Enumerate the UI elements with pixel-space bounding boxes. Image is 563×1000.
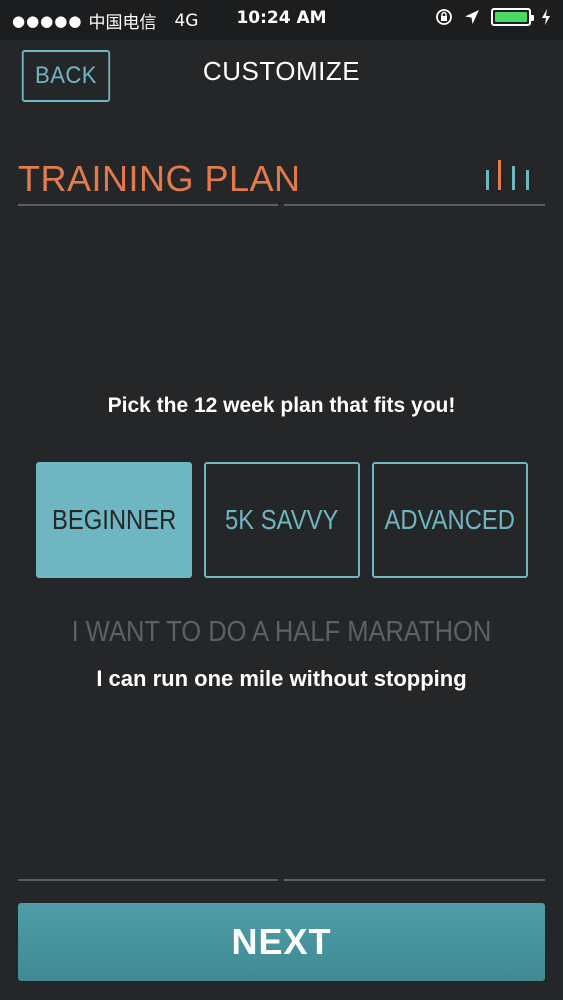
divider-right	[284, 204, 545, 206]
charging-bolt-icon	[542, 9, 550, 25]
section-title: TRAINING PLAN	[18, 158, 301, 199]
plan-goal-text: I WANT TO DO A HALF MARATHON	[71, 616, 492, 648]
battery-icon	[491, 8, 534, 26]
divider-left	[18, 204, 278, 206]
divider-bottom-right	[284, 879, 545, 881]
plan-goal: I WANT TO DO A HALF MARATHON	[0, 616, 563, 649]
orientation-lock-icon	[436, 9, 452, 25]
bars-icon	[486, 160, 529, 190]
page-title: CUSTOMIZE	[202, 56, 361, 86]
status-bar: ●●●●● 中国电信 4G 10:24 AM	[0, 0, 563, 40]
location-arrow-icon	[465, 10, 479, 24]
next-button[interactable]: NEXT	[18, 903, 545, 981]
divider-bottom-left	[18, 879, 278, 881]
plan-option-5k-savvy[interactable]: 5K SAVVY	[204, 462, 360, 578]
plan-description: I can run one mile without stopping	[96, 666, 467, 691]
plan-option-label: BEGINNER	[51, 504, 177, 535]
battery-tip	[531, 15, 534, 21]
plan-option-advanced[interactable]: ADVANCED	[372, 462, 528, 578]
plan-option-label: 5K SAVVY	[225, 504, 339, 535]
battery-fill	[495, 12, 527, 22]
plan-option-beginner[interactable]: BEGINNER	[36, 462, 192, 578]
plan-prompt: Pick the 12 week plan that fits you!	[107, 394, 456, 417]
plan-option-label: ADVANCED	[384, 504, 516, 535]
status-icons	[435, 8, 551, 26]
